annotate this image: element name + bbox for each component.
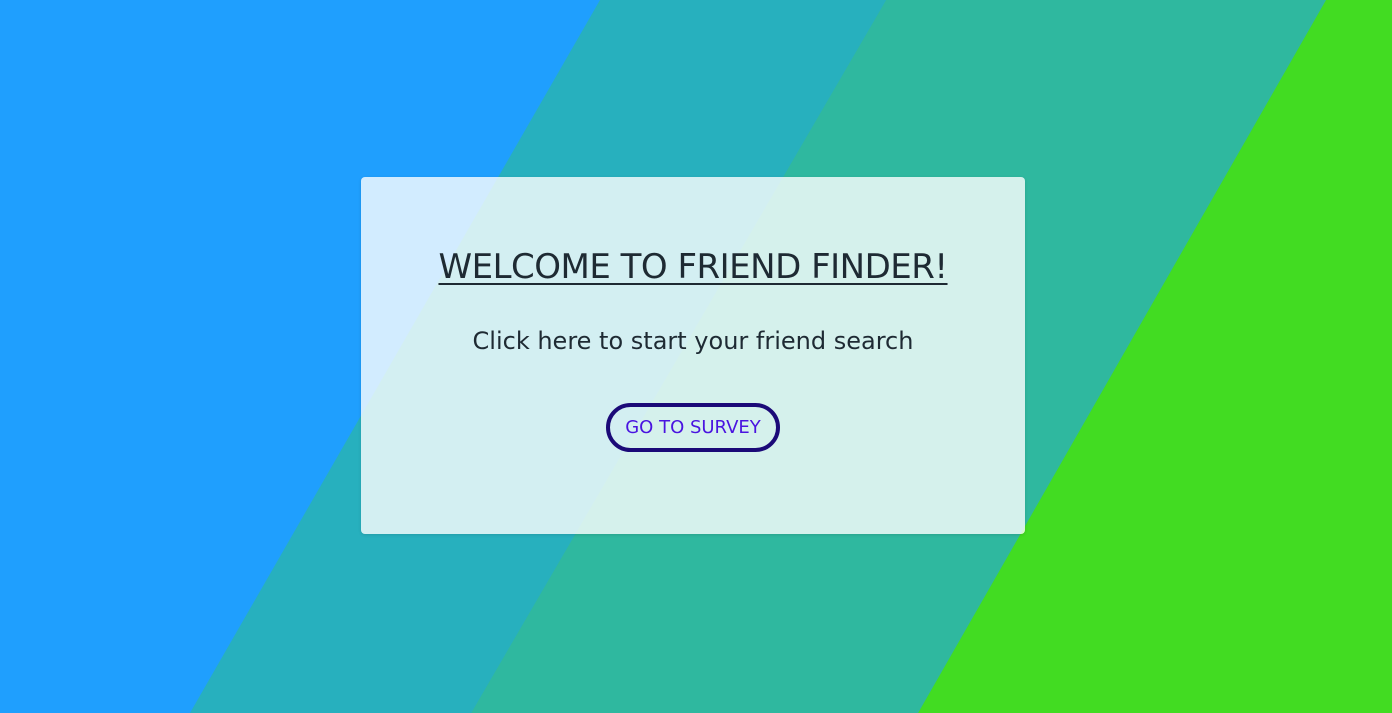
welcome-card: WELCOME TO FRIEND FINDER! Click here to … [361,177,1025,534]
welcome-subtitle: Click here to start your friend search [472,327,914,355]
page-title: WELCOME TO FRIEND FINDER! [438,247,948,287]
landing-page: WELCOME TO FRIEND FINDER! Click here to … [0,0,1392,713]
go-to-survey-button[interactable]: GO TO SURVEY [606,403,780,452]
